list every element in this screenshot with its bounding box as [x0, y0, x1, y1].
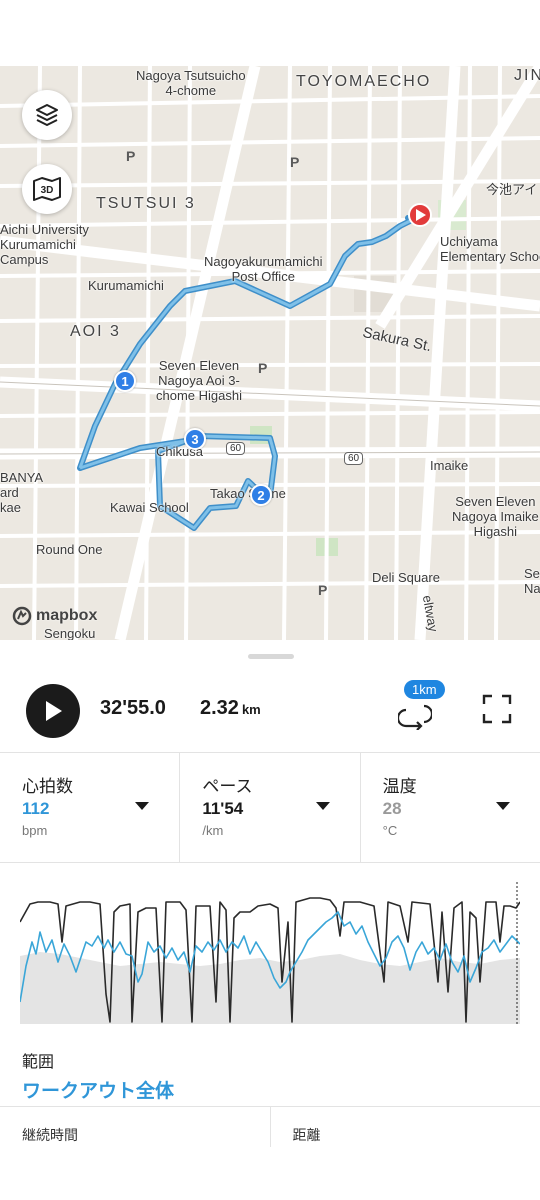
chevron-down-icon[interactable]: [495, 802, 510, 810]
route-map[interactable]: 3D Nagoya Tsutsuicho 4-chome TOYOMAECHO …: [0, 66, 540, 640]
lap-marker-2[interactable]: 2: [250, 484, 272, 506]
metric-value: 11'54: [202, 799, 244, 818]
map-label-sengoku: Sengoku: [44, 626, 96, 640]
metric-title: 心拍数: [22, 777, 73, 797]
mapbox-logo: mapbox: [12, 606, 97, 626]
chevron-down-icon[interactable]: [135, 802, 150, 810]
metrics-graph[interactable]: [20, 882, 520, 1024]
metric-unit: /km: [202, 823, 224, 838]
temperature-area: [20, 952, 520, 1024]
map-3d-icon: 3D: [33, 177, 61, 201]
lap-marker-1[interactable]: 1: [114, 370, 136, 392]
metric-unit: °C: [382, 823, 398, 838]
parking-icon: P: [290, 154, 300, 170]
metric-heart-rate[interactable]: 心拍数 112 bpm: [0, 752, 181, 862]
loop-icon: [398, 704, 432, 730]
metric-pace[interactable]: ペース 11'54 /km: [180, 752, 361, 862]
distance-value: 2.32: [200, 697, 239, 719]
layers-icon: [36, 104, 58, 126]
metric-title: ペース: [202, 777, 253, 797]
map-label-uchiyama-school: Uchiyama Elementary School: [440, 234, 540, 264]
mapbox-logo-text: mapbox: [36, 607, 98, 624]
parking-icon: P: [126, 148, 136, 164]
map-label-se-na: Se Na: [524, 566, 540, 596]
map-label-nagoya-tsutsuicho: Nagoya Tsutsuicho 4-chome: [136, 68, 246, 98]
range-value[interactable]: ワークアウト全体: [22, 1076, 540, 1103]
map-label-deli-square: Deli Square: [372, 570, 440, 585]
mapbox-logo-icon: [12, 606, 32, 626]
stat-distance-label: 距離: [292, 1128, 321, 1144]
lap-marker-3[interactable]: 3: [184, 428, 206, 450]
metric-unit: bpm: [22, 823, 48, 838]
map-label-post-office: Nagoyakurumamichi Post Office: [204, 254, 323, 284]
metric-value: 28: [382, 799, 402, 818]
distance-unit: km: [241, 702, 261, 717]
play-button[interactable]: [26, 684, 80, 738]
distance-readout: 2.32 km: [200, 697, 261, 720]
playback-controls: 32'55.0 2.32 km 1km: [0, 676, 540, 746]
map-label-seven-eleven-aoi: Seven Eleven Nagoya Aoi 3- chome Higashi: [156, 358, 242, 403]
sheet-drag-handle[interactable]: [248, 654, 294, 659]
map-layers-button[interactable]: [22, 90, 72, 140]
metric-value: 112: [22, 799, 50, 818]
map-label-kawai-school: Kawai School: [110, 500, 189, 515]
map-label-jin: JIN: [514, 67, 540, 84]
lap-interval-button[interactable]: 1km: [396, 680, 456, 736]
map-label-aichi-university: Aichi University Kurumamichi Campus: [0, 222, 89, 267]
lap-interval-badge: 1km: [404, 680, 445, 699]
map-label-banya: BANYA ard kae: [0, 470, 44, 515]
map-label-round-one: Round One: [36, 542, 103, 557]
metric-title: 温度: [382, 777, 417, 797]
map-label-toyomaecho: TOYOMAECHO: [296, 73, 432, 90]
map-3d-button[interactable]: 3D: [22, 164, 72, 214]
map-label-imaike-kanji: 今池アイ: [486, 182, 538, 197]
range-label: 範囲: [22, 1052, 55, 1071]
map-label-kurumamichi: Kurumamichi: [88, 278, 164, 293]
route-60-badge: 60: [344, 452, 364, 465]
elapsed-time: 32'55.0: [100, 697, 166, 719]
chevron-down-icon[interactable]: [315, 802, 330, 810]
fullscreen-icon[interactable]: [482, 694, 512, 724]
stat-duration-label: 継続時間: [0, 1107, 271, 1147]
metric-temperature[interactable]: 温度 28 °C: [361, 752, 540, 862]
route-60-badge: 60: [226, 442, 246, 455]
map-label-takao-shrine: Takao Shrine: [210, 486, 286, 501]
metric-selectors: 心拍数 112 bpm ペース 11'54 /km 温度 28 °C: [0, 752, 540, 862]
parking-icon: P: [318, 582, 328, 598]
play-icon: [46, 701, 62, 721]
map-label-aoi3: AOI 3: [70, 323, 121, 340]
divider: [0, 862, 540, 863]
range-selector[interactable]: 範囲 ワークアウト全体: [0, 1042, 540, 1104]
summary-stats: 継続時間 距離: [0, 1106, 540, 1200]
svg-text:3D: 3D: [41, 185, 54, 196]
map-label-seven-eleven-imaike: Seven Eleven Nagoya Imaike Higashi: [452, 494, 539, 539]
map-label-imaike: Imaike: [430, 458, 469, 473]
map-label-tsutsui3: TSUTSUI 3: [96, 195, 196, 212]
parking-icon: P: [258, 360, 268, 376]
